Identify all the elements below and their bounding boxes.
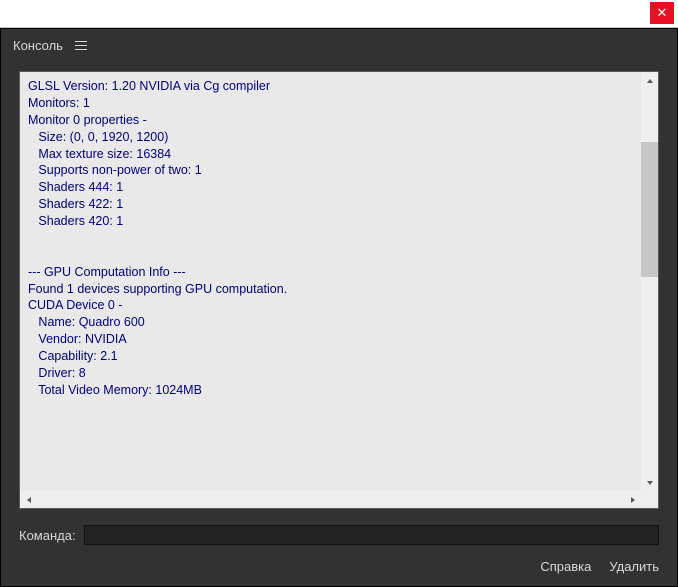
scroll-up-icon[interactable]: [641, 72, 658, 89]
scroll-thumb[interactable]: [641, 142, 658, 277]
vertical-scrollbar[interactable]: [641, 72, 658, 491]
command-label: Команда:: [19, 528, 76, 543]
scroll-left-icon[interactable]: [20, 491, 37, 508]
help-button[interactable]: Справка: [540, 559, 591, 574]
scroll-down-icon[interactable]: [641, 474, 658, 491]
console-panel: Консоль GLSL Version: 1.20 NVIDIA via Cg…: [0, 28, 678, 587]
log-output[interactable]: GLSL Version: 1.20 NVIDIA via Cg compile…: [20, 72, 658, 491]
console-window: ✕ Консоль GLSL Version: 1.20 NVIDIA via …: [0, 0, 678, 587]
log-container: GLSL Version: 1.20 NVIDIA via Cg compile…: [19, 71, 659, 509]
command-row: Команда:: [1, 515, 677, 551]
scroll-right-icon[interactable]: [624, 491, 641, 508]
close-button[interactable]: ✕: [650, 2, 674, 24]
console-body: GLSL Version: 1.20 NVIDIA via Cg compile…: [19, 71, 659, 509]
panel-header: Консоль: [1, 29, 677, 61]
scroll-corner: [641, 491, 658, 508]
menu-icon[interactable]: [75, 41, 87, 50]
footer: Справка Удалить: [1, 551, 677, 586]
command-input[interactable]: [84, 525, 659, 545]
panel-title: Консоль: [13, 38, 63, 53]
close-icon: ✕: [657, 5, 668, 21]
horizontal-scrollbar[interactable]: [20, 491, 641, 508]
delete-button[interactable]: Удалить: [609, 559, 659, 574]
titlebar: ✕: [0, 0, 678, 28]
